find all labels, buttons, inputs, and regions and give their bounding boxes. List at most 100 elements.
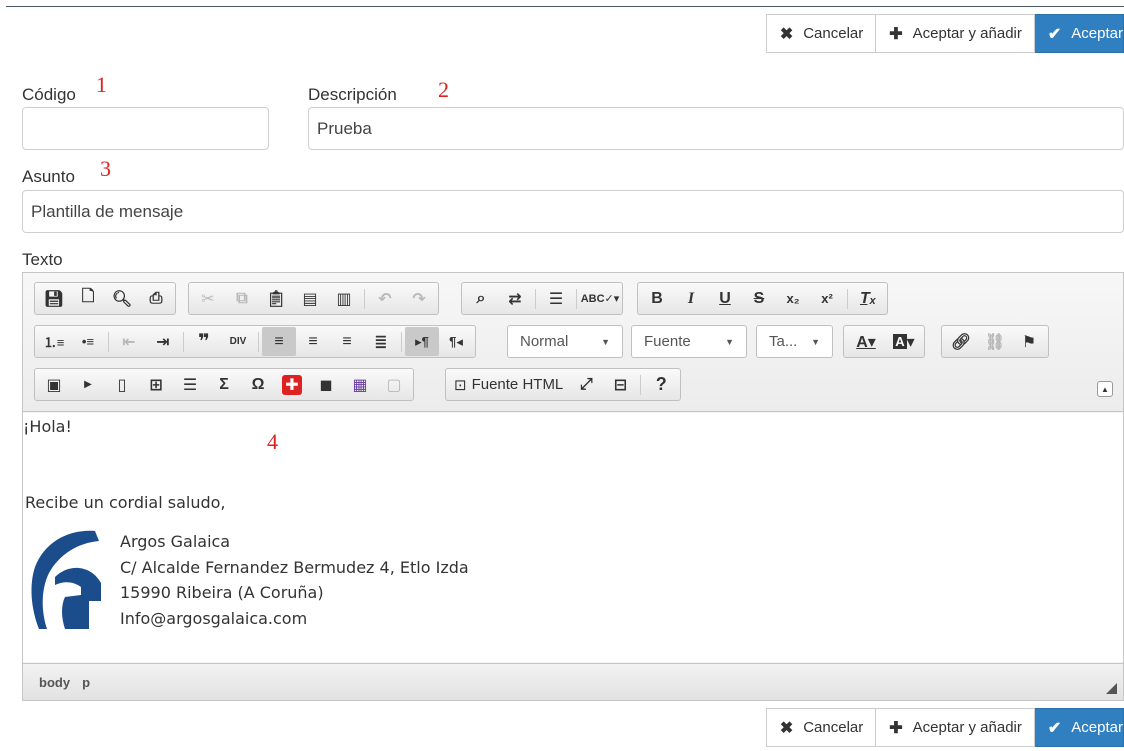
outdent-icon[interactable]: ⇤ bbox=[112, 327, 146, 356]
undo-icon[interactable]: ↶ bbox=[368, 284, 402, 313]
help-icon[interactable]: ? bbox=[644, 370, 678, 399]
show-blocks-icon[interactable]: ⊟ bbox=[603, 370, 637, 399]
paste-word-icon[interactable]: ▥ bbox=[327, 284, 361, 313]
preview-icon[interactable]: 🔍︎ bbox=[105, 284, 139, 313]
flash-icon[interactable]: ▯ bbox=[105, 370, 139, 399]
copy-icon[interactable]: ⧉ bbox=[225, 284, 259, 313]
resize-handle-icon[interactable] bbox=[1106, 683, 1117, 694]
cancel-button[interactable]: ✖ Cancelar bbox=[765, 14, 877, 53]
closing-text: Recibe un cordial saludo, bbox=[25, 493, 226, 512]
subject-input[interactable]: Plantilla de mensaje bbox=[22, 190, 1124, 233]
subscript-icon[interactable]: x₂ bbox=[776, 284, 810, 313]
remove-format-icon[interactable]: Tₓ bbox=[851, 284, 885, 313]
omega-icon[interactable]: Ω bbox=[241, 370, 275, 399]
new-page-icon[interactable]: 🗋 bbox=[71, 284, 105, 313]
font-combo[interactable]: Fuente ▼ bbox=[631, 325, 747, 358]
check-icon: ✔ bbox=[1047, 719, 1062, 737]
superscript-icon[interactable]: x² bbox=[810, 284, 844, 313]
separator bbox=[108, 331, 109, 352]
cancel-button[interactable]: ✖ Cancelar bbox=[765, 708, 877, 747]
paragraph-group: ⒈≡ •≡ ⇤ ⇥ ❞ DIV ≡ ≡ ≡ ≣ ▸¶ ¶◂ bbox=[34, 325, 476, 358]
chevron-down-icon: ▼ bbox=[811, 336, 820, 347]
accept-and-add-button[interactable]: ✚ Aceptar y añadir bbox=[876, 14, 1035, 53]
color-group: A▾ A ▾ bbox=[843, 325, 925, 358]
separator bbox=[535, 288, 536, 309]
spartan-helmet-logo bbox=[31, 530, 101, 629]
format-combo[interactable]: Normal ▼ bbox=[507, 325, 623, 358]
accept-button[interactable]: ✔ Aceptar bbox=[1034, 708, 1124, 747]
signature-address: C/ Alcalde Fernandez Bermudez 4, Etlo Iz… bbox=[120, 558, 469, 577]
rich-text-editor: 💾︎ 🗋 🔍︎ ⎙ ✂ ⧉ 📋︎ ▤ ▥ ↶ ↷ ⌕ ⇄ ☰ ABC✓▾ B I… bbox=[22, 272, 1124, 701]
document-group: 💾︎ 🗋 🔍︎ ⎙ bbox=[34, 282, 176, 315]
underline-icon[interactable]: U bbox=[708, 284, 742, 313]
page-break-icon[interactable]: ▢ bbox=[377, 370, 411, 399]
numbered-list-icon[interactable]: ⒈≡ bbox=[37, 327, 71, 356]
source-html-button[interactable]: ⊡ Fuente HTML bbox=[448, 370, 569, 399]
strikethrough-icon[interactable]: S bbox=[742, 284, 776, 313]
signature-email: Info@argosgalaica.com bbox=[120, 609, 308, 628]
chevron-down-icon: ▼ bbox=[601, 336, 610, 347]
bulleted-list-icon[interactable]: •≡ bbox=[71, 327, 105, 356]
code-input[interactable] bbox=[22, 107, 269, 150]
horizontal-line-icon[interactable]: ☰ bbox=[173, 370, 207, 399]
size-combo[interactable]: Ta... ▼ bbox=[756, 325, 833, 358]
paste-text-icon[interactable]: ▤ bbox=[293, 284, 327, 313]
signature-company: Argos Galaica bbox=[120, 532, 231, 551]
path-p[interactable]: p bbox=[82, 675, 90, 690]
editor-toolbar: 💾︎ 🗋 🔍︎ ⎙ ✂ ⧉ 📋︎ ▤ ▥ ↶ ↷ ⌕ ⇄ ☰ ABC✓▾ B I… bbox=[23, 273, 1123, 412]
annotation-1: 1 bbox=[96, 72, 107, 97]
save-icon[interactable]: 💾︎ bbox=[37, 284, 71, 313]
clipboard-group: ✂ ⧉ 📋︎ ▤ ▥ ↶ ↷ bbox=[188, 282, 439, 315]
align-left-icon[interactable]: ≡ bbox=[262, 327, 296, 356]
plus-box-icon[interactable]: ✚ bbox=[275, 370, 309, 399]
blockquote-icon[interactable]: ❞ bbox=[187, 327, 221, 356]
accept-and-add-button[interactable]: ✚ Aceptar y añadir bbox=[876, 708, 1035, 747]
italic-icon[interactable]: I bbox=[674, 284, 708, 313]
accept-button[interactable]: ✔ Aceptar bbox=[1034, 14, 1124, 53]
grid-icon[interactable]: ▦ bbox=[343, 370, 377, 399]
annotation-3: 3 bbox=[100, 156, 111, 181]
source-icon: ⊡ bbox=[454, 376, 467, 394]
paste-icon[interactable]: 📋︎ bbox=[259, 284, 293, 313]
image-icon[interactable]: ▣ bbox=[37, 370, 71, 399]
cut-icon[interactable]: ✂ bbox=[191, 284, 225, 313]
iframe-icon[interactable]: ◼ bbox=[309, 370, 343, 399]
print-icon[interactable]: ⎙ bbox=[139, 284, 173, 313]
redo-icon[interactable]: ↷ bbox=[402, 284, 436, 313]
table-icon[interactable]: ⊞ bbox=[139, 370, 173, 399]
ltr-direction-icon[interactable]: ▸¶ bbox=[405, 327, 439, 356]
align-right-icon[interactable]: ≡ bbox=[330, 327, 364, 356]
indent-icon[interactable]: ⇥ bbox=[146, 327, 180, 356]
separator bbox=[401, 331, 402, 352]
select-all-icon[interactable]: ☰ bbox=[539, 284, 573, 313]
plus-icon: ✚ bbox=[889, 25, 903, 43]
anchor-flag-icon[interactable]: ⚑ bbox=[1012, 327, 1046, 356]
find-icon[interactable]: ⌕ bbox=[464, 284, 498, 313]
sigma-icon[interactable]: Σ bbox=[207, 370, 241, 399]
editor-content-area[interactable]: ¡Hola! 4 Recibe un cordial saludo, Argos… bbox=[23, 413, 1123, 662]
annotation-4: 4 bbox=[267, 429, 278, 454]
justify-icon[interactable]: ≣ bbox=[364, 327, 398, 356]
spellcheck-icon[interactable]: ABC✓▾ bbox=[580, 284, 620, 313]
description-input[interactable]: Prueba bbox=[308, 107, 1124, 150]
separator bbox=[847, 288, 848, 309]
maximize-icon[interactable]: ⤢ bbox=[569, 370, 603, 399]
align-center-icon[interactable]: ≡ bbox=[296, 327, 330, 356]
close-icon: ✖ bbox=[779, 719, 794, 737]
chevron-down-icon: ▼ bbox=[725, 336, 734, 347]
editor-status-bar: body p bbox=[23, 663, 1123, 700]
rtl-direction-icon[interactable]: ¶◂ bbox=[439, 327, 473, 356]
background-color-icon[interactable]: A ▾ bbox=[886, 327, 922, 356]
collapse-toolbar-icon[interactable]: ▲ bbox=[1097, 381, 1113, 397]
link-icon[interactable]: 🔗︎ bbox=[944, 327, 978, 356]
create-div-icon[interactable]: DIV bbox=[221, 327, 255, 356]
youtube-icon[interactable]: ▶ bbox=[71, 370, 105, 399]
text-color-icon[interactable]: A▾ bbox=[846, 327, 886, 356]
code-label: Código bbox=[22, 85, 76, 104]
bold-icon[interactable]: B bbox=[640, 284, 674, 313]
replace-icon[interactable]: ⇄ bbox=[498, 284, 532, 313]
path-body[interactable]: body bbox=[39, 675, 70, 690]
annotation-2: 2 bbox=[438, 77, 449, 102]
unlink-icon[interactable]: ⛓ bbox=[978, 327, 1012, 356]
check-icon: ✔ bbox=[1047, 25, 1062, 43]
